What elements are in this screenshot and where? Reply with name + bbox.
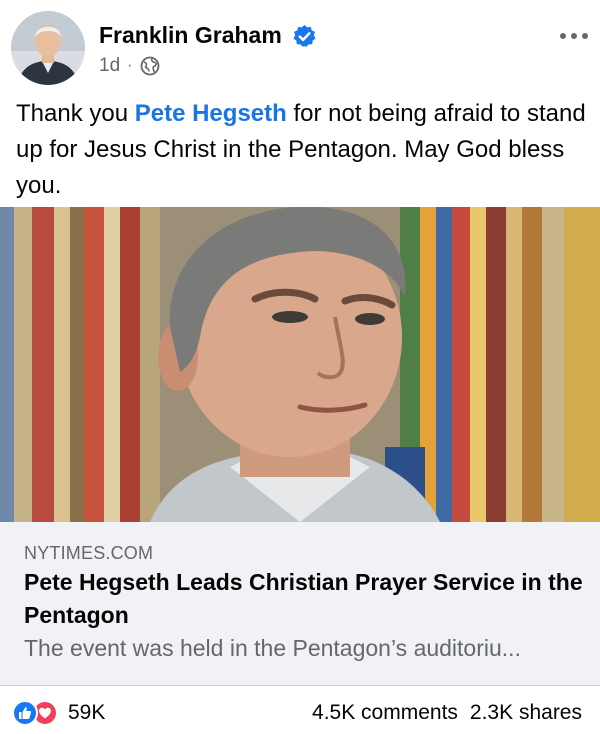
author-name[interactable]: Franklin Graham — [99, 22, 282, 49]
link-domain: NYTIMES.COM — [24, 543, 154, 563]
more-dot-icon — [571, 33, 577, 39]
post-header: Franklin Graham 1d · — [0, 0, 600, 92]
globe-icon — [141, 56, 160, 76]
more-dot-icon — [560, 33, 566, 39]
post-meta: 1d · — [99, 54, 160, 78]
reactions-count: 59K — [68, 701, 106, 724]
link-title[interactable]: Pete Hegseth Leads Christian Prayer Serv… — [24, 566, 584, 632]
comments-count[interactable]: 4.5K comments — [312, 701, 458, 725]
more-options-button[interactable] — [556, 28, 592, 44]
verified-badge-icon — [293, 25, 316, 47]
avatar[interactable] — [11, 11, 85, 85]
divider — [0, 685, 600, 686]
like-icon — [12, 700, 38, 726]
mention-link[interactable]: Pete Hegseth — [135, 100, 287, 127]
more-dot-icon — [582, 33, 588, 39]
post-text-start: Thank you — [16, 100, 135, 127]
shares-count[interactable]: 2.3K shares — [470, 701, 582, 725]
reactions-summary[interactable]: 59K — [12, 700, 105, 726]
meta-separator: · — [127, 57, 133, 74]
link-preview-image[interactable] — [0, 207, 600, 522]
link-description: The event was held in the Pentagon’s aud… — [24, 635, 521, 661]
engagement-stats: 4.5K comments 2.3K shares — [312, 700, 582, 726]
post-timestamp[interactable]: 1d — [99, 55, 120, 77]
post-text: Thank you Pete Hegseth for not being afr… — [16, 96, 586, 204]
facebook-post: Franklin Graham 1d · Thank you Pete Hegs… — [0, 0, 600, 734]
